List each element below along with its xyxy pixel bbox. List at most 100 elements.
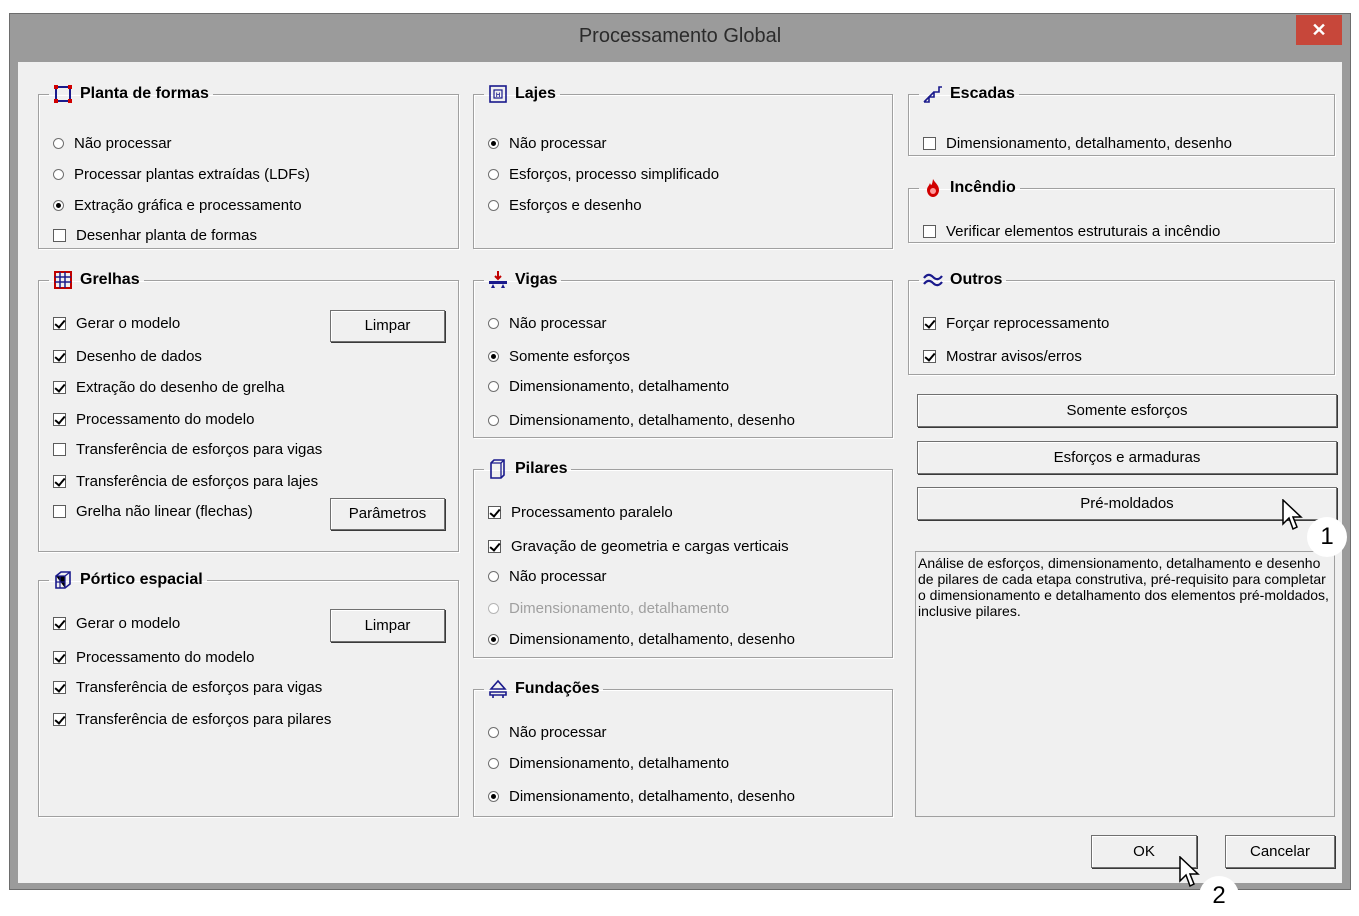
column-icon <box>490 459 505 479</box>
checkbox[interactable] <box>923 349 936 363</box>
option-vigas-desenho[interactable]: Dimensionamento, detalhamento, desenho <box>488 410 795 430</box>
check-processamento-modelo[interactable]: Processamento do modelo <box>53 409 254 429</box>
group-title: Outros <box>950 271 1003 288</box>
checkbox[interactable] <box>923 316 936 330</box>
group-outros: Outros Forçar reprocessamento Mostrar av… <box>908 269 1335 375</box>
checkbox[interactable] <box>53 680 66 694</box>
dialog-body: Planta de formas Não processar Processar… <box>18 62 1342 883</box>
option-pilares-nao-processar[interactable]: Não processar <box>488 566 607 586</box>
grelhas-parametros-button[interactable]: Parâmetros <box>330 498 445 530</box>
check-mostrar-avisos[interactable]: Mostrar avisos/erros <box>923 346 1082 366</box>
close-button[interactable]: ✕ <box>1296 15 1342 45</box>
portico-limpar-button[interactable]: Limpar <box>330 609 445 642</box>
checkbox[interactable] <box>923 136 936 150</box>
check-portico-transf-pilares[interactable]: Transferência de esforços para pilares <box>53 709 331 729</box>
description-panel: Análise de esforços, dimensionamento, de… <box>915 551 1335 817</box>
dialog-window: Processamento Global ✕ Planta de formas … <box>9 13 1351 890</box>
radio-button[interactable] <box>488 137 499 149</box>
checkbox[interactable] <box>53 380 66 394</box>
option-vigas-somente-esforcos[interactable]: Somente esforços <box>488 346 630 366</box>
group-title: Grelhas <box>80 271 140 288</box>
radio-button[interactable] <box>488 168 499 180</box>
check-portico-processamento[interactable]: Processamento do modelo <box>53 647 254 667</box>
option-extracao-grafica[interactable]: Extração gráfica e processamento <box>53 195 302 215</box>
group-incendio: Incêndio Verificar elementos estruturais… <box>908 177 1335 243</box>
group-title: Pilares <box>515 460 568 477</box>
frame-square-icon <box>54 85 72 103</box>
group-grelhas: Grelhas Gerar o modelo Desenho de dados … <box>38 269 459 552</box>
stairs-icon <box>923 86 942 103</box>
checkbox[interactable] <box>488 505 501 519</box>
checkbox[interactable] <box>53 650 66 664</box>
group-fundacoes: Fundações Não processar Dimensionamento,… <box>473 678 893 817</box>
check-pilares-paralelo[interactable]: Processamento paralelo <box>488 502 673 522</box>
option-lajes-simplificado[interactable]: Esforços, processo simplificado <box>488 164 719 184</box>
radio-button[interactable] <box>488 757 499 769</box>
title-bar[interactable]: Processamento Global ✕ <box>10 14 1350 62</box>
check-portico-gerar-modelo[interactable]: Gerar o modelo <box>53 613 180 633</box>
checkbox[interactable] <box>53 349 66 363</box>
cancel-button[interactable]: Cancelar <box>1225 835 1335 868</box>
radio-button[interactable] <box>488 570 499 582</box>
radio-button[interactable] <box>488 790 499 802</box>
mouse-cursor-icon <box>1179 856 1200 888</box>
check-forcar-reprocessamento[interactable]: Forçar reprocessamento <box>923 313 1109 333</box>
radio-button[interactable] <box>488 199 499 211</box>
step-badge-2: 2 <box>1199 876 1239 916</box>
check-transf-vigas[interactable]: Transferência de esforços para vigas <box>53 439 322 459</box>
pre-moldados-button[interactable]: Pré-moldados <box>917 487 1337 520</box>
frame-3d-icon <box>55 571 71 589</box>
checkbox[interactable] <box>53 316 66 330</box>
checkbox[interactable] <box>53 712 66 726</box>
radio-button[interactable] <box>53 137 64 149</box>
radio-button[interactable] <box>488 317 499 329</box>
group-title: Escadas <box>950 85 1015 102</box>
radio-button[interactable] <box>488 414 499 426</box>
fire-icon <box>927 179 939 197</box>
option-processar-ldfs[interactable]: Processar plantas extraídas (LDFs) <box>53 164 310 184</box>
check-gerar-modelo[interactable]: Gerar o modelo <box>53 313 180 333</box>
option-pilares-dimensionamento: Dimensionamento, detalhamento <box>488 598 729 618</box>
step-badge-1: 1 <box>1307 517 1347 557</box>
option-nao-processar[interactable]: Não processar <box>53 133 172 153</box>
checkbox[interactable] <box>53 504 66 518</box>
somente-esforcos-button[interactable]: Somente esforços <box>917 394 1337 427</box>
checkbox[interactable] <box>923 224 936 238</box>
check-escadas-desenho[interactable]: Dimensionamento, detalhamento, desenho <box>923 133 1232 153</box>
option-desenhar-planta[interactable]: Desenhar planta de formas <box>53 225 257 245</box>
esforcos-armaduras-button[interactable]: Esforços e armaduras <box>917 441 1337 474</box>
radio-button[interactable] <box>488 633 499 645</box>
radio-button[interactable] <box>488 380 499 392</box>
grelhas-limpar-button[interactable]: Limpar <box>330 310 445 342</box>
group-title: Pórtico espacial <box>80 571 203 588</box>
check-pilares-gravacao[interactable]: Gravação de geometria e cargas verticais <box>488 536 789 556</box>
checkbox[interactable] <box>53 412 66 426</box>
option-vigas-nao-processar[interactable]: Não processar <box>488 313 607 333</box>
radio-button[interactable] <box>53 168 64 180</box>
option-pilares-desenho[interactable]: Dimensionamento, detalhamento, desenho <box>488 629 795 649</box>
option-fundacoes-desenho[interactable]: Dimensionamento, detalhamento, desenho <box>488 786 795 806</box>
option-lajes-nao-processar[interactable]: Não processar <box>488 133 607 153</box>
checkbox[interactable] <box>53 616 66 630</box>
option-fundacoes-dimensionamento[interactable]: Dimensionamento, detalhamento <box>488 753 729 773</box>
option-lajes-desenho[interactable]: Esforços e desenho <box>488 195 642 215</box>
check-desenho-dados[interactable]: Desenho de dados <box>53 346 202 366</box>
radio-button[interactable] <box>488 350 499 362</box>
check-incendio[interactable]: Verificar elementos estruturais a incênd… <box>923 221 1220 241</box>
option-fundacoes-nao-processar[interactable]: Não processar <box>488 722 607 742</box>
check-grelha-nao-linear[interactable]: Grelha não linear (flechas) <box>53 501 253 521</box>
checkbox[interactable] <box>53 442 66 456</box>
option-vigas-dimensionamento[interactable]: Dimensionamento, detalhamento <box>488 376 729 396</box>
check-portico-transf-vigas[interactable]: Transferência de esforços para vigas <box>53 677 322 697</box>
radio-button[interactable] <box>53 199 64 211</box>
radio-button[interactable] <box>488 726 499 738</box>
slab-icon: H <box>489 85 507 103</box>
group-portico-espacial: Pórtico espacial Gerar o modelo Processa… <box>38 569 459 817</box>
checkbox[interactable] <box>53 228 66 242</box>
group-pilares: Pilares Processamento paralelo Gravação … <box>473 458 893 658</box>
check-extracao-desenho[interactable]: Extração do desenho de grelha <box>53 377 284 397</box>
check-transf-lajes[interactable]: Transferência de esforços para lajes <box>53 471 318 491</box>
checkbox[interactable] <box>53 474 66 488</box>
checkbox[interactable] <box>488 539 501 553</box>
group-escadas: Escadas Dimensionamento, detalhamento, d… <box>908 83 1335 156</box>
